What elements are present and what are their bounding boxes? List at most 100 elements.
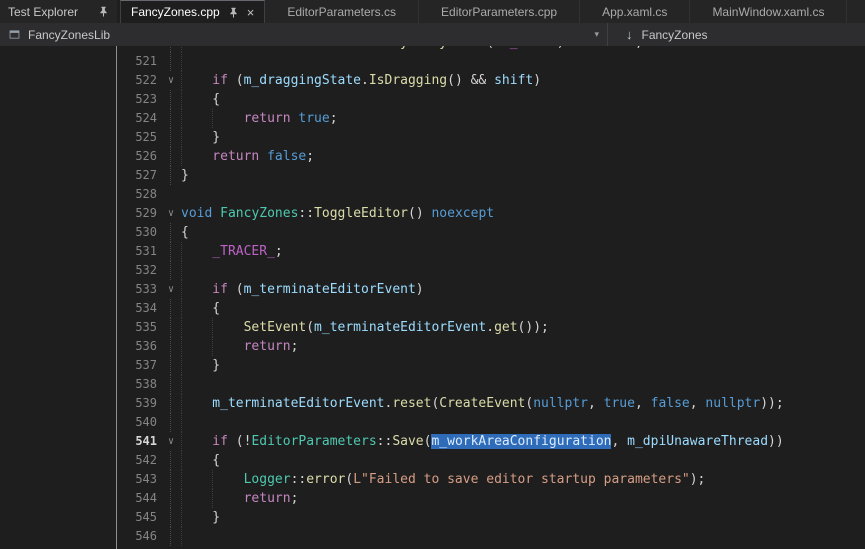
tab-mainwindow-xaml-cs[interactable]: MainWindow.xaml.cs: [690, 0, 847, 23]
fold-scope-line: [170, 394, 171, 413]
code-text[interactable]: {: [179, 299, 220, 318]
code-token: }: [212, 130, 220, 145]
code-text[interactable]: return;: [179, 337, 298, 356]
tab-fancyzones-cpp[interactable]: FancyZones.cpp×: [120, 0, 265, 23]
chevron-down-icon: ▾: [594, 29, 599, 40]
line-number[interactable]: 532: [117, 261, 163, 280]
code-text[interactable]: }: [179, 508, 220, 527]
tab-app-xaml-cs[interactable]: App.xaml.cs: [580, 0, 690, 23]
code-token: const: [251, 46, 290, 50]
line-number[interactable]: 543: [117, 470, 163, 489]
code-line-534: 534 {: [117, 299, 865, 318]
project-dropdown[interactable]: FancyZonesLib ▾: [0, 23, 607, 46]
tab-test-explorer[interactable]: Test Explorer: [0, 0, 117, 23]
line-number[interactable]: 536: [117, 337, 163, 356]
collapse-chevron-icon[interactable]: ∨: [163, 204, 179, 223]
code-token: ));: [760, 396, 783, 411]
line-number[interactable]: 524: [117, 109, 163, 128]
line-number[interactable]: 541: [117, 432, 163, 451]
code-text[interactable]: if (m_terminateEditorEvent): [179, 280, 424, 299]
code-line-540: 540: [117, 413, 865, 432]
tab-editorparameters-cs[interactable]: EditorParameters.cs: [265, 0, 419, 23]
line-number[interactable]: 539: [117, 394, 163, 413]
indent-guide: [181, 375, 212, 394]
code-text[interactable]: [179, 185, 181, 204]
line-number[interactable]: 544: [117, 489, 163, 508]
code-text[interactable]: SetEvent(m_terminateEditorEvent.get());: [179, 318, 549, 337]
tab-label: EditorParameters.cs: [287, 5, 396, 19]
outlining-margin: [163, 489, 179, 508]
code-token: false: [651, 396, 690, 411]
indent-guide: [181, 147, 212, 166]
indent-guide: [181, 489, 212, 508]
collapse-chevron-icon[interactable]: ∨: [163, 432, 179, 451]
line-number[interactable]: 526: [117, 147, 163, 166]
code-text[interactable]: }: [179, 356, 220, 375]
project-dropdown-label: FancyZonesLib: [28, 28, 110, 42]
code-text[interactable]: if (m_draggingState.IsDragging() && shif…: [179, 71, 541, 90]
code-text[interactable]: {: [179, 451, 220, 470]
code-text[interactable]: bool const shift = GetAsyncKeyState(VK_S…: [179, 46, 643, 52]
outlining-margin[interactable]: ∨: [163, 432, 179, 451]
line-number[interactable]: 537: [117, 356, 163, 375]
line-number[interactable]: 523: [117, 90, 163, 109]
code-token: .: [361, 73, 369, 88]
code-text[interactable]: {: [179, 223, 189, 242]
line-number[interactable]: 527: [117, 166, 163, 185]
code-text[interactable]: return;: [179, 489, 298, 508]
code-text[interactable]: void FancyZones::ToggleEditor() noexcept: [179, 204, 494, 223]
line-number[interactable]: 525: [117, 128, 163, 147]
code-token: ): [533, 73, 541, 88]
line-number[interactable]: 540: [117, 413, 163, 432]
code-text[interactable]: if (!EditorParameters::Save(m_workAreaCo…: [179, 432, 784, 451]
indent-guide: [181, 413, 212, 432]
pin-icon[interactable]: [228, 7, 239, 18]
code-editor[interactable]: 520bool const shift = GetAsyncKeyState(V…: [117, 46, 865, 549]
line-number[interactable]: 533: [117, 280, 163, 299]
collapse-chevron-icon[interactable]: ∨: [163, 280, 179, 299]
close-icon[interactable]: ×: [247, 6, 255, 19]
pin-icon[interactable]: [98, 6, 109, 17]
code-text[interactable]: [179, 527, 212, 546]
outlining-margin[interactable]: ∨: [163, 204, 179, 223]
code-text[interactable]: m_terminateEditorEvent.reset(CreateEvent…: [179, 394, 784, 413]
code-text[interactable]: [179, 375, 212, 394]
code-text[interactable]: [179, 413, 212, 432]
code-text[interactable]: {: [179, 90, 220, 109]
type-dropdown[interactable]: ↓ FancyZones: [608, 23, 720, 46]
code-lines: 520bool const shift = GetAsyncKeyState(V…: [117, 46, 865, 546]
code-token: bool: [212, 46, 243, 50]
code-text[interactable]: return false;: [179, 147, 314, 166]
code-text[interactable]: }: [179, 128, 220, 147]
line-number[interactable]: 529: [117, 204, 163, 223]
code-text[interactable]: }: [179, 166, 189, 185]
line-number[interactable]: 546: [117, 527, 163, 546]
code-token: (: [306, 320, 314, 335]
indent-guide: [181, 52, 212, 71]
outlining-margin: [163, 52, 179, 71]
code-token: noexcept: [431, 206, 494, 221]
line-number[interactable]: 530: [117, 223, 163, 242]
line-number[interactable]: 535: [117, 318, 163, 337]
code-text[interactable]: [179, 52, 212, 71]
line-number[interactable]: 534: [117, 299, 163, 318]
code-text[interactable]: _TRACER_;: [179, 242, 283, 261]
code-token: shift: [494, 73, 533, 88]
line-number[interactable]: 521: [117, 52, 163, 71]
code-text[interactable]: [179, 261, 212, 280]
line-number[interactable]: 528: [117, 185, 163, 204]
line-number[interactable]: 522: [117, 71, 163, 90]
line-number[interactable]: 542: [117, 451, 163, 470]
line-number[interactable]: 545: [117, 508, 163, 527]
tab-editorparameters-cpp[interactable]: EditorParameters.cpp: [419, 0, 580, 23]
code-line-527: 527}: [117, 166, 865, 185]
line-number[interactable]: 531: [117, 242, 163, 261]
code-text[interactable]: Logger::error(L"Failed to save editor st…: [179, 470, 705, 489]
outlining-margin[interactable]: ∨: [163, 280, 179, 299]
collapse-chevron-icon[interactable]: ∨: [163, 71, 179, 90]
code-text[interactable]: return true;: [179, 109, 338, 128]
outlining-margin[interactable]: ∨: [163, 71, 179, 90]
line-number[interactable]: 538: [117, 375, 163, 394]
code-token: return: [212, 149, 259, 164]
code-token: =: [338, 46, 361, 50]
